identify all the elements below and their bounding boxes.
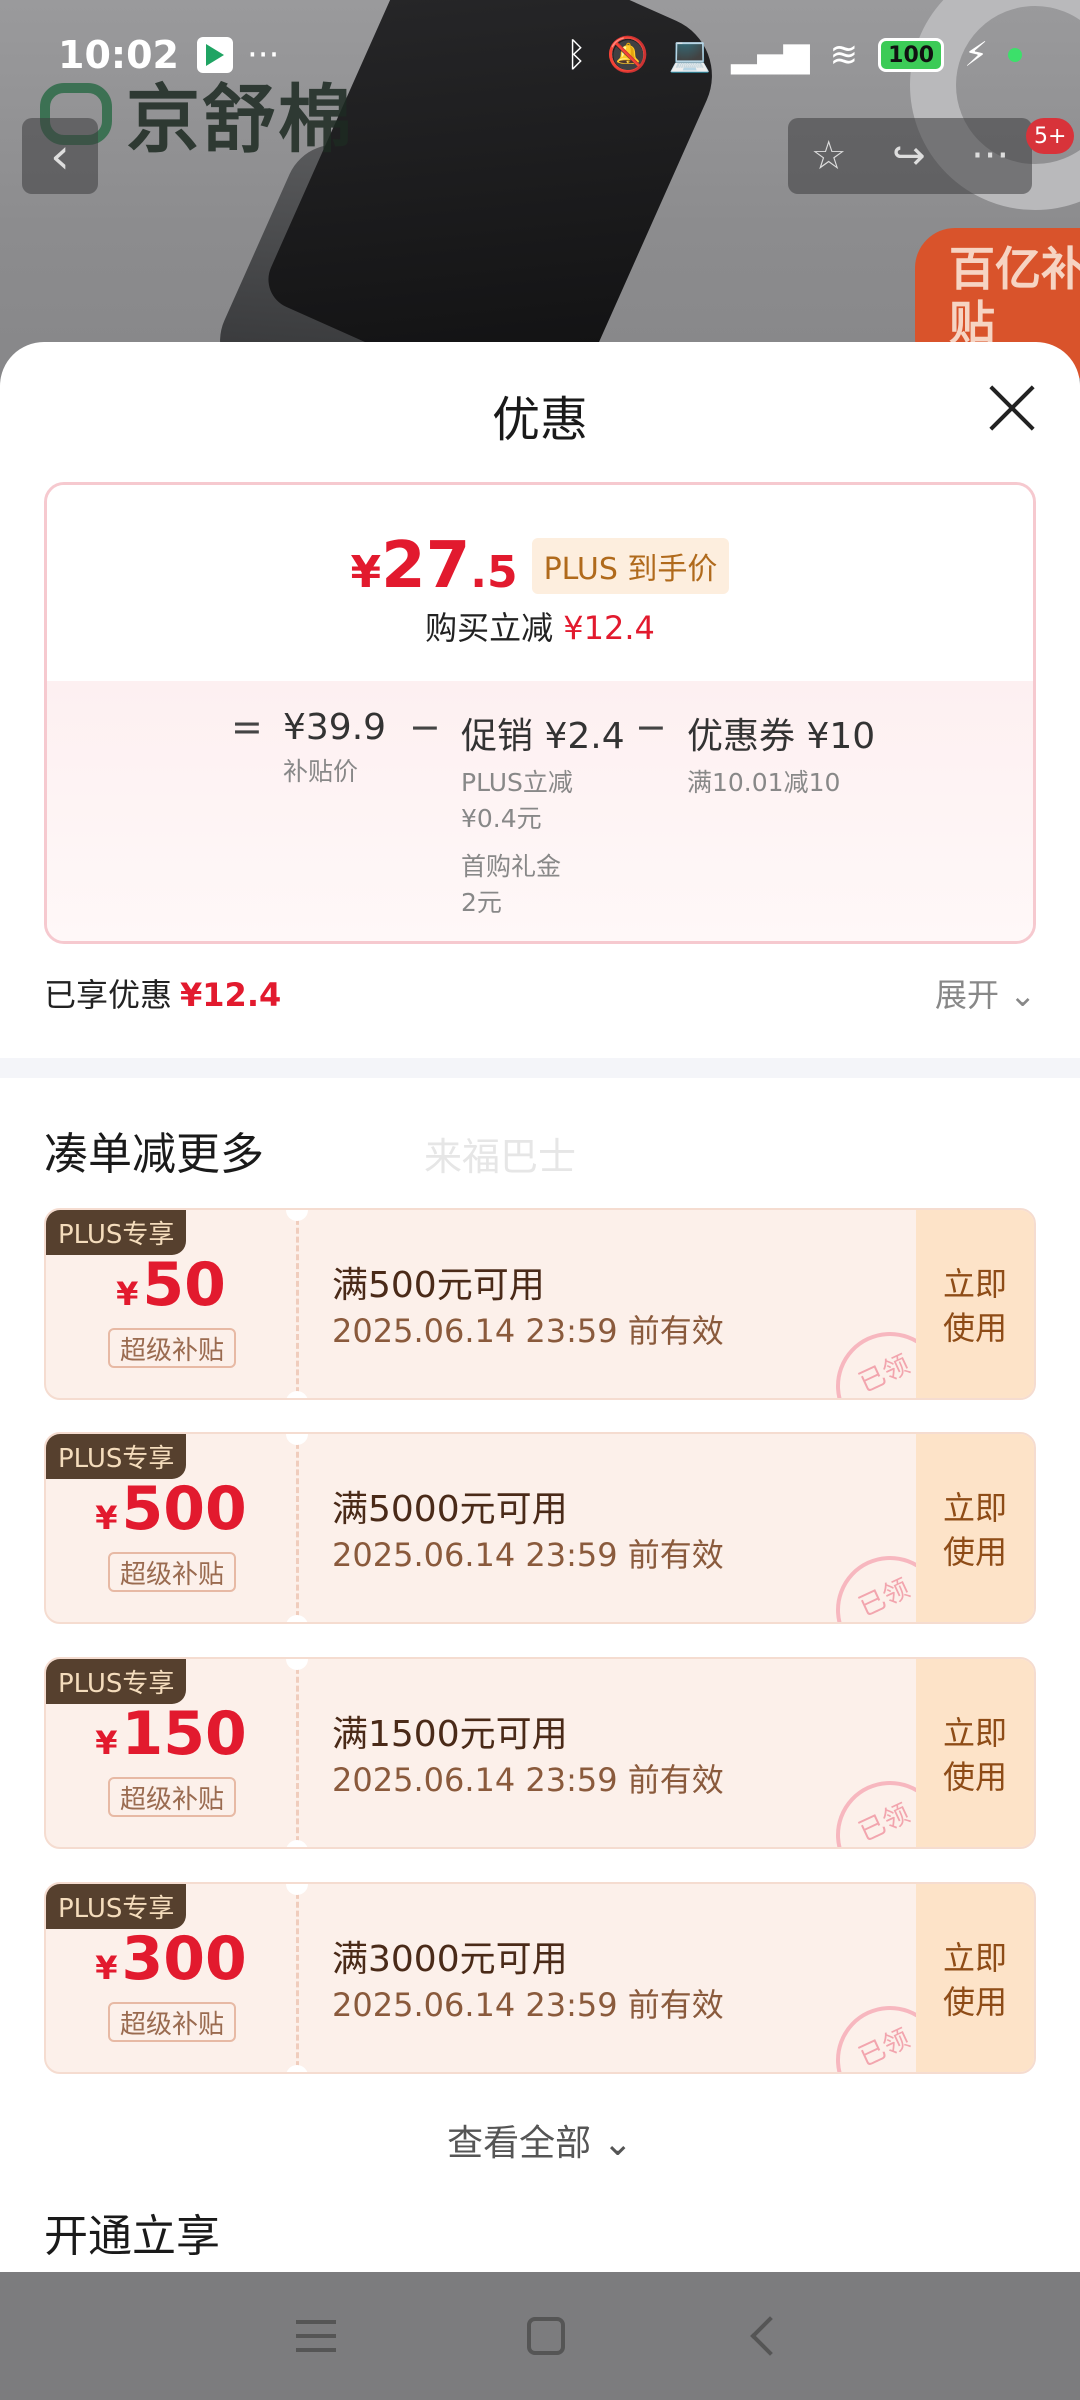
play-store-icon — [196, 37, 233, 73]
watermark-text: 来福巴士 — [424, 1135, 577, 1179]
coupon-expiry: 2025.06.14 23:59 前有效 — [332, 1312, 724, 1350]
chevron-down-icon: ⌄ — [602, 2123, 633, 2164]
instant-reduce: 购买立减 ¥12.4 — [425, 609, 655, 647]
super-subsidy-badge: 超级补贴 — [108, 2002, 236, 2042]
status-icons: ᛒ 🔕 💻 ▂▄▆ ≋ 100 ⚡ — [566, 35, 1022, 75]
status-bar: 10:02 ··· ᛒ 🔕 💻 ▂▄▆ ≋ 100 ⚡ — [0, 0, 1080, 110]
expand-button[interactable]: 展开 ⌄ — [935, 970, 1036, 1016]
minus-sign: − — [409, 705, 441, 749]
battery-icon: 100 — [878, 38, 945, 72]
sheet-title: 优惠 — [491, 392, 588, 448]
laptop-icon: 💻 — [668, 35, 712, 75]
super-subsidy-badge: 超级补贴 — [108, 1552, 236, 1592]
coupon-condition: 满5000元可用 — [332, 1489, 568, 1530]
back-icon[interactable] — [750, 2316, 791, 2356]
coupon-divider — [296, 1884, 299, 2072]
coupon-condition: 满500元可用 — [332, 1265, 545, 1306]
super-subsidy-badge: 超级补贴 — [108, 1328, 236, 1368]
plus-exclusive-tag: PLUS专享 — [46, 1434, 187, 1479]
use-now-button[interactable]: 立即使用 — [916, 1884, 1034, 2072]
message-count-badge: 5+ — [1026, 118, 1075, 154]
coupon-amount: ¥500 — [95, 1474, 247, 1544]
recent-apps-icon[interactable] — [295, 2320, 336, 2352]
plus-exclusive-tag: PLUS专享 — [46, 1210, 187, 1255]
plus-price-label: PLUS 到手价 — [531, 538, 730, 594]
coupon-notch — [286, 2065, 308, 2072]
back-button[interactable]: ‹ — [22, 118, 98, 194]
coupon-expiry: 2025.06.14 23:59 前有效 — [332, 1536, 724, 1574]
chevron-left-icon: ‹ — [50, 127, 70, 185]
coupon-amount: ¥150 — [95, 1699, 247, 1769]
section-divider — [0, 1058, 1080, 1078]
coupon-notch — [286, 1391, 308, 1398]
plus-exclusive-tag: PLUS专享 — [46, 1659, 187, 1704]
system-navigation-bar — [0, 2272, 1080, 2400]
minus-sign-2: − — [635, 705, 667, 749]
breakdown-base: ¥39.9 补贴价 — [283, 707, 387, 786]
price-summary-card: ¥27.5 PLUS 到手价 购买立减 ¥12.4 = ¥39.9 补贴价 − … — [44, 482, 1036, 944]
coupon-notch — [286, 1434, 308, 1445]
more-notifications-icon: ··· — [246, 35, 280, 75]
coupon-condition: 满3000元可用 — [332, 1939, 568, 1980]
coupon-notch — [286, 1210, 308, 1221]
home-icon[interactable] — [526, 2317, 565, 2355]
coupon-card[interactable]: PLUS专享 ¥150 超级补贴 满1500元可用 2025.06.14 23:… — [44, 1657, 1036, 1849]
coupon-expiry: 2025.06.14 23:59 前有效 — [332, 1986, 724, 2024]
signal-icon: ▂▄▆ — [731, 35, 810, 75]
coupon-notch — [286, 1659, 308, 1670]
view-all-button[interactable]: 查看全部 ⌄ — [0, 2114, 1080, 2166]
coupon-divider — [296, 1210, 299, 1398]
top-actions: ☆ ↪ ··· — [788, 118, 1032, 194]
equals-sign: = — [231, 705, 263, 749]
share-icon[interactable]: ↪ — [892, 133, 926, 179]
breakdown-promo: 促销 ¥2.4 PLUS立减 ¥0.4元 首购礼金 2元 — [461, 716, 625, 917]
status-time: 10:02 — [58, 33, 179, 77]
charging-icon: ⚡ — [964, 35, 988, 75]
final-price-row: ¥27.5 PLUS 到手价 — [47, 529, 1033, 603]
price-breakdown: = ¥39.9 补贴价 − 促销 ¥2.4 PLUS立减 ¥0.4元 首购礼金 2元… — [47, 681, 1033, 941]
coupon-notch — [286, 1884, 308, 1895]
use-now-button[interactable]: 立即使用 — [916, 1434, 1034, 1622]
open-membership-title: 开通立享 — [44, 2211, 220, 2262]
super-subsidy-badge: 超级补贴 — [108, 1777, 236, 1817]
breakdown-coupon: 优惠券 ¥10 满10.01减10 — [687, 716, 876, 797]
coupon-notch — [286, 1615, 308, 1622]
instant-reduce-value: ¥12.4 — [563, 609, 655, 647]
coupon-card[interactable]: PLUS专享 ¥300 超级补贴 满3000元可用 2025.06.14 23:… — [44, 1882, 1036, 2074]
coupon-card[interactable]: PLUS专享 ¥500 超级补贴 满5000元可用 2025.06.14 23:… — [44, 1432, 1036, 1624]
coupon-card[interactable]: PLUS专享 ¥50 超级补贴 满500元可用 2025.06.14 23:59… — [44, 1208, 1036, 1400]
coupon-divider — [296, 1659, 299, 1847]
privacy-indicator-icon — [1008, 48, 1022, 62]
close-icon[interactable] — [986, 382, 1038, 434]
enjoyed-discount: 已享优惠 ¥12.4 — [44, 976, 282, 1014]
more-discount-title: 凑单减更多 — [44, 1129, 264, 1180]
mute-icon: 🔕 — [606, 35, 649, 75]
discount-sheet: 优惠 ¥27.5 PLUS 到手价 购买立减 ¥12.4 = ¥39.9 补贴价… — [0, 342, 1080, 2272]
favorite-star-icon[interactable]: ☆ — [811, 133, 847, 179]
wifi-icon: ≋ — [829, 35, 859, 75]
plus-exclusive-tag: PLUS专享 — [46, 1884, 187, 1929]
final-price: ¥27.5 — [350, 529, 518, 603]
coupon-divider — [296, 1434, 299, 1622]
more-icon[interactable]: ··· — [971, 133, 1009, 179]
chevron-down-icon: ⌄ — [1009, 976, 1036, 1014]
enjoyed-discount-value: ¥12.4 — [180, 976, 282, 1014]
coupon-condition: 满1500元可用 — [332, 1714, 568, 1755]
use-now-button[interactable]: 立即使用 — [916, 1210, 1034, 1398]
coupon-expiry: 2025.06.14 23:59 前有效 — [332, 1761, 724, 1799]
coupon-notch — [286, 1840, 308, 1847]
coupon-amount: ¥300 — [95, 1924, 247, 1994]
bluetooth-icon: ᛒ — [566, 35, 587, 75]
coupon-amount: ¥50 — [116, 1250, 226, 1320]
use-now-button[interactable]: 立即使用 — [916, 1659, 1034, 1847]
